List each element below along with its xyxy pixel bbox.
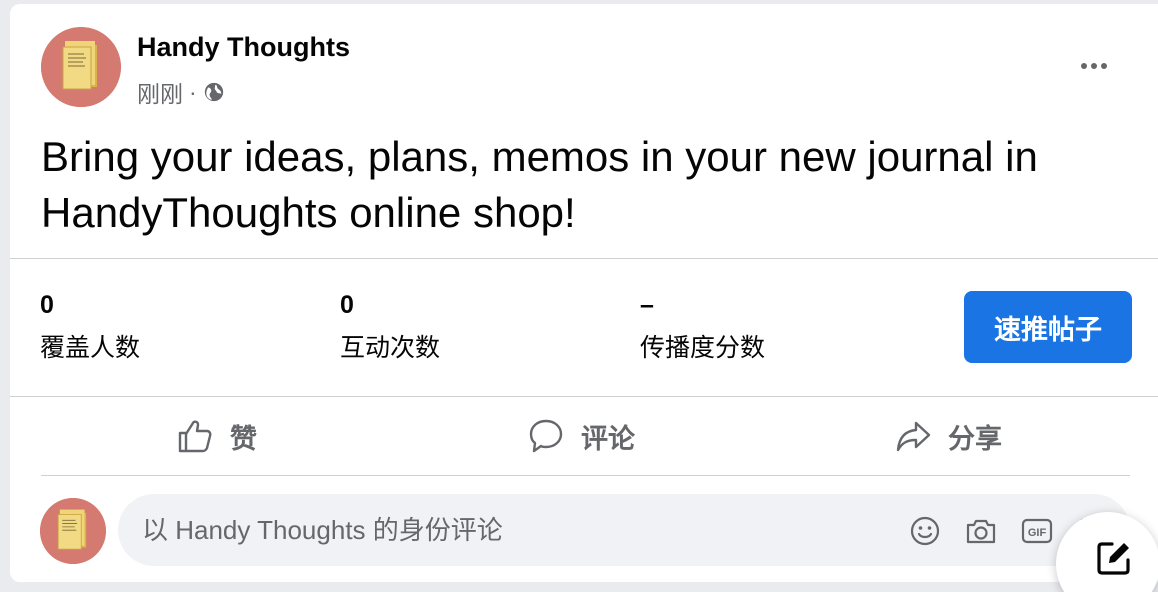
journal-logo-icon [41,27,121,107]
post-header: Handy Thoughts 刚刚 · [10,4,1158,114]
journal-logo-icon [40,498,106,564]
emoji-icon[interactable] [908,514,942,548]
divider [10,396,1158,397]
comment-input[interactable] [142,494,842,566]
compose-icon [1097,542,1130,575]
post-meta: 刚刚 · [137,75,225,109]
like-label: 赞 [230,423,257,454]
reach-value: 0 [40,291,54,319]
reach-label: 覆盖人数 [40,334,141,362]
page-avatar[interactable] [41,27,121,107]
divider [10,258,1158,259]
share-label: 分享 [948,423,1002,454]
distribution-label: 传播度分数 [640,334,766,362]
stat-reach: 0 覆盖人数 [40,291,140,364]
svg-text:GIF: GIF [1028,527,1047,539]
more-options-icon[interactable] [1072,44,1116,88]
post-timestamp[interactable]: 刚刚 [137,75,183,109]
comment-composer: GIF [118,494,1130,566]
page-name[interactable]: Handy Thoughts [137,32,350,63]
engagement-value: 0 [340,291,354,319]
camera-icon[interactable] [964,514,998,548]
distribution-value: – [640,291,654,319]
gif-icon[interactable]: GIF [1020,514,1054,548]
commenter-avatar[interactable] [40,498,106,564]
meta-separator: · [189,78,197,105]
like-button[interactable]: 赞 [176,412,257,460]
stat-engagement: 0 互动次数 [340,291,440,364]
comment-button[interactable]: 评论 [527,412,635,460]
divider [41,475,1130,476]
engagement-label: 互动次数 [340,334,441,362]
share-button[interactable]: 分享 [894,412,1002,460]
post-text: Bring your ideas, plans, memos in your n… [41,133,1038,236]
share-icon [896,421,931,452]
comment-label: 评论 [581,423,635,454]
comment-icon [529,419,563,453]
thumbs-up-icon [178,420,212,453]
stat-distribution: – 传播度分数 [640,291,765,364]
boost-post-button[interactable]: 速推帖子 [964,291,1132,363]
globe-icon[interactable] [203,81,225,103]
post-card: Handy Thoughts 刚刚 · Bring your ideas, pl… [10,4,1158,582]
